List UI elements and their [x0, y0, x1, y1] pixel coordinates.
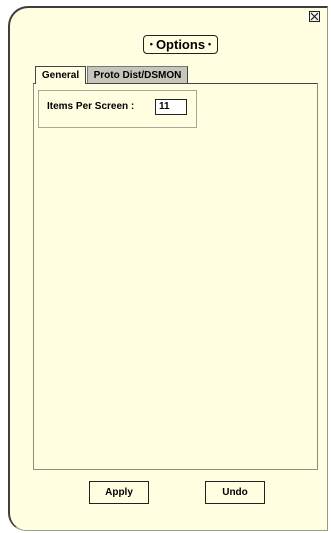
items-per-screen-label: Items Per Screen :	[47, 101, 135, 112]
close-button[interactable]	[309, 11, 320, 22]
tab-proto-dist-dsmon-label: Proto Dist/DSMON	[93, 69, 182, 81]
tab-general[interactable]: General	[35, 66, 86, 84]
dialog-title: • Options •	[143, 35, 218, 54]
title-bullet-left: •	[149, 39, 153, 49]
close-icon	[310, 12, 319, 21]
title-bullet-right: •	[208, 39, 212, 49]
apply-button-label: Apply	[105, 487, 133, 498]
tab-general-label: General	[41, 70, 80, 81]
undo-button[interactable]: Undo	[205, 481, 265, 504]
undo-button-label: Undo	[222, 487, 248, 498]
tab-panel-general	[33, 83, 318, 470]
tab-proto-dist-dsmon[interactable]: Proto Dist/DSMON	[87, 66, 188, 83]
items-per-screen-input[interactable]: 11	[155, 99, 187, 115]
apply-button[interactable]: Apply	[89, 481, 149, 504]
dialog-title-text: Options	[155, 37, 206, 52]
